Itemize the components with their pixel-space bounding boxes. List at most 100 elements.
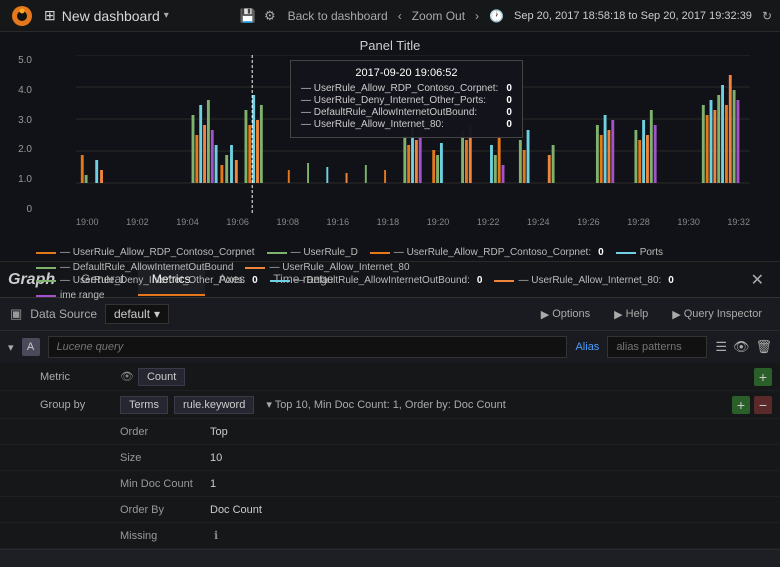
legend-item[interactable]: — DefaultRule_AllowInternetOutBound: 0 [270,275,483,286]
legend-item[interactable]: — UserRule_Allow_Internet_80: 0 [494,275,673,286]
x-label: 19:06 [226,217,249,227]
legend-item[interactable]: — UserRule_Allow_Internet_80 [245,262,409,273]
tooltip-row: — UserRule_Deny_Internet_Other_Ports: 0 [301,95,512,106]
delete-query-btn[interactable]: 🗑 [755,339,772,355]
query-header-a: ▾ A Alias ☰ 👁 🗑 [0,331,780,363]
arrow-right[interactable]: › [475,9,479,23]
datasource-label: Data Source [30,307,97,321]
top-bar: ⊞ New dashboard ▾ 💾 ⚙ Back to dashboard … [0,0,780,32]
legend-item[interactable]: — UserRule_Allow_RDP_Contoso_Corpnet: 0 [370,247,604,258]
tooltip-date: 2017-09-20 19:06:52 [301,67,512,79]
metric-value[interactable]: Count [138,368,185,386]
chart-legend-row2: — UserRule_Deny_Internet_Other_Ports: 0 … [0,275,780,303]
x-label: 19:08 [276,217,299,227]
datasource-icon: ▣ [10,306,22,322]
y-label-3: 3.0 [4,115,32,126]
options-btn[interactable]: ▶ Options [533,305,598,324]
legend-item[interactable]: — DefaultRule_AllowInternetOutBound [36,262,233,273]
query-input[interactable] [48,336,568,358]
field-rows: Metric 👁 Count + Group by Terms rule.key… [0,363,780,549]
y-label-0: 0 [4,204,32,215]
legend-color [36,267,56,269]
legend-item[interactable]: Ports [616,247,663,258]
query-icons: ☰ 👁 🗑 [715,339,772,355]
panel-editor: Graph General Metrics Axes Time range ✕ … [0,262,780,567]
y-label-4: 4.0 [4,85,32,96]
dashboard-name: New dashboard [62,8,160,24]
top-bar-actions: Back to dashboard ‹ Zoom Out › 🕐 Sep 20,… [288,9,772,23]
y-label-2: 2.0 [4,144,32,155]
legend-color [36,252,56,254]
group-by-field[interactable]: rule.keyword [174,396,254,414]
add-metric-btn[interactable]: + [754,368,772,386]
missing-row: Missing ℹ [0,523,780,549]
legend-label: Ports [640,247,663,258]
group-by-label: Group by [40,399,120,411]
info-icon[interactable]: ℹ [214,529,218,542]
x-label: 19:30 [677,217,700,227]
query-letter: A [22,338,40,356]
x-label: 19:32 [727,217,750,227]
collapse-btn[interactable]: ▾ [8,341,14,354]
legend-label: — UserRule_Allow_Internet_80 [269,262,409,273]
x-label: 19:18 [377,217,400,227]
metric-eye[interactable]: 👁 [120,370,134,383]
legend-color [267,252,287,254]
arrow-left[interactable]: ‹ [398,9,402,23]
metric-row: Metric 👁 Count + [0,363,780,391]
remove-group-by-btn[interactable]: − [754,396,772,414]
legend-item[interactable]: ime range [36,290,104,301]
x-label: 19:22 [477,217,500,227]
dashboard-icon: ⊞ [44,7,56,24]
legend-label: — DefaultRule_AllowInternetOutBound [60,262,233,273]
settings-icon[interactable]: ⚙ [264,8,276,24]
legend-color [616,252,636,254]
missing-label: Missing [120,530,210,542]
x-label: 19:16 [327,217,350,227]
order-by-value: Doc Count [210,504,262,516]
order-row: Order Top [0,419,780,445]
size-value: 10 [210,452,222,464]
chart-tooltip: 2017-09-20 19:06:52 — UserRule_Allow_RDP… [290,60,523,138]
zoom-out-btn[interactable]: Zoom Out [412,9,465,23]
order-value: Top [210,426,228,438]
min-doc-count-label: Min Doc Count [120,478,210,490]
legend-label: — UserRule_Allow_Internet_80: [518,275,661,286]
help-btn[interactable]: ▶ Help [606,305,656,324]
x-label: 19:04 [176,217,199,227]
title-caret[interactable]: ▾ [164,10,169,21]
alias-label[interactable]: Alias [575,341,599,353]
legend-item[interactable]: — UserRule_D [267,247,358,258]
eye-icon[interactable]: 👁 [733,339,750,355]
legend-color [370,252,390,254]
legend-color [270,280,290,282]
add-group-by-btn[interactable]: + [732,396,750,414]
chart-title: Panel Title [0,32,780,55]
legend-color [36,280,56,282]
legend-label: — UserRule_Allow_RDP_Contoso_Corpnet: [394,247,591,258]
legend-color [494,280,514,282]
legend-item[interactable]: — UserRule_Allow_RDP_Contoso_Corpnet [36,247,255,258]
order-by-row: Order By Doc Count [0,497,780,523]
size-row: Size 10 [0,445,780,471]
refresh-btn[interactable]: ↻ [762,9,772,23]
order-by-label: Order By [120,504,210,516]
y-axis: 0 1.0 2.0 3.0 4.0 5.0 [0,55,36,215]
legend-label: — DefaultRule_AllowInternetOutBound: [294,275,470,286]
alias-input[interactable] [607,336,707,358]
query-row-a: ▾ A Alias ☰ 👁 🗑 Metric 👁 [0,331,780,550]
legend-label: — UserRule_D [291,247,358,258]
save-icon[interactable]: 💾 [240,8,256,24]
x-label: 19:20 [427,217,450,227]
datasource-select[interactable]: default ▾ [105,304,169,324]
min-doc-count-row: Min Doc Count 1 [0,471,780,497]
legend-item[interactable]: — UserRule_Deny_Internet_Other_Ports: 0 [36,275,258,286]
y-label-5: 5.0 [4,55,32,66]
legend-color [245,267,265,269]
group-by-terms[interactable]: Terms [120,396,168,414]
order-label: Order [120,426,210,438]
query-inspector-btn[interactable]: ▶ Query Inspector [664,305,770,324]
x-axis: 19:00 19:02 19:04 19:06 19:08 19:16 19:1… [76,215,750,229]
hamburger-icon[interactable]: ☰ [715,339,727,355]
back-to-dashboard[interactable]: Back to dashboard [288,9,388,23]
